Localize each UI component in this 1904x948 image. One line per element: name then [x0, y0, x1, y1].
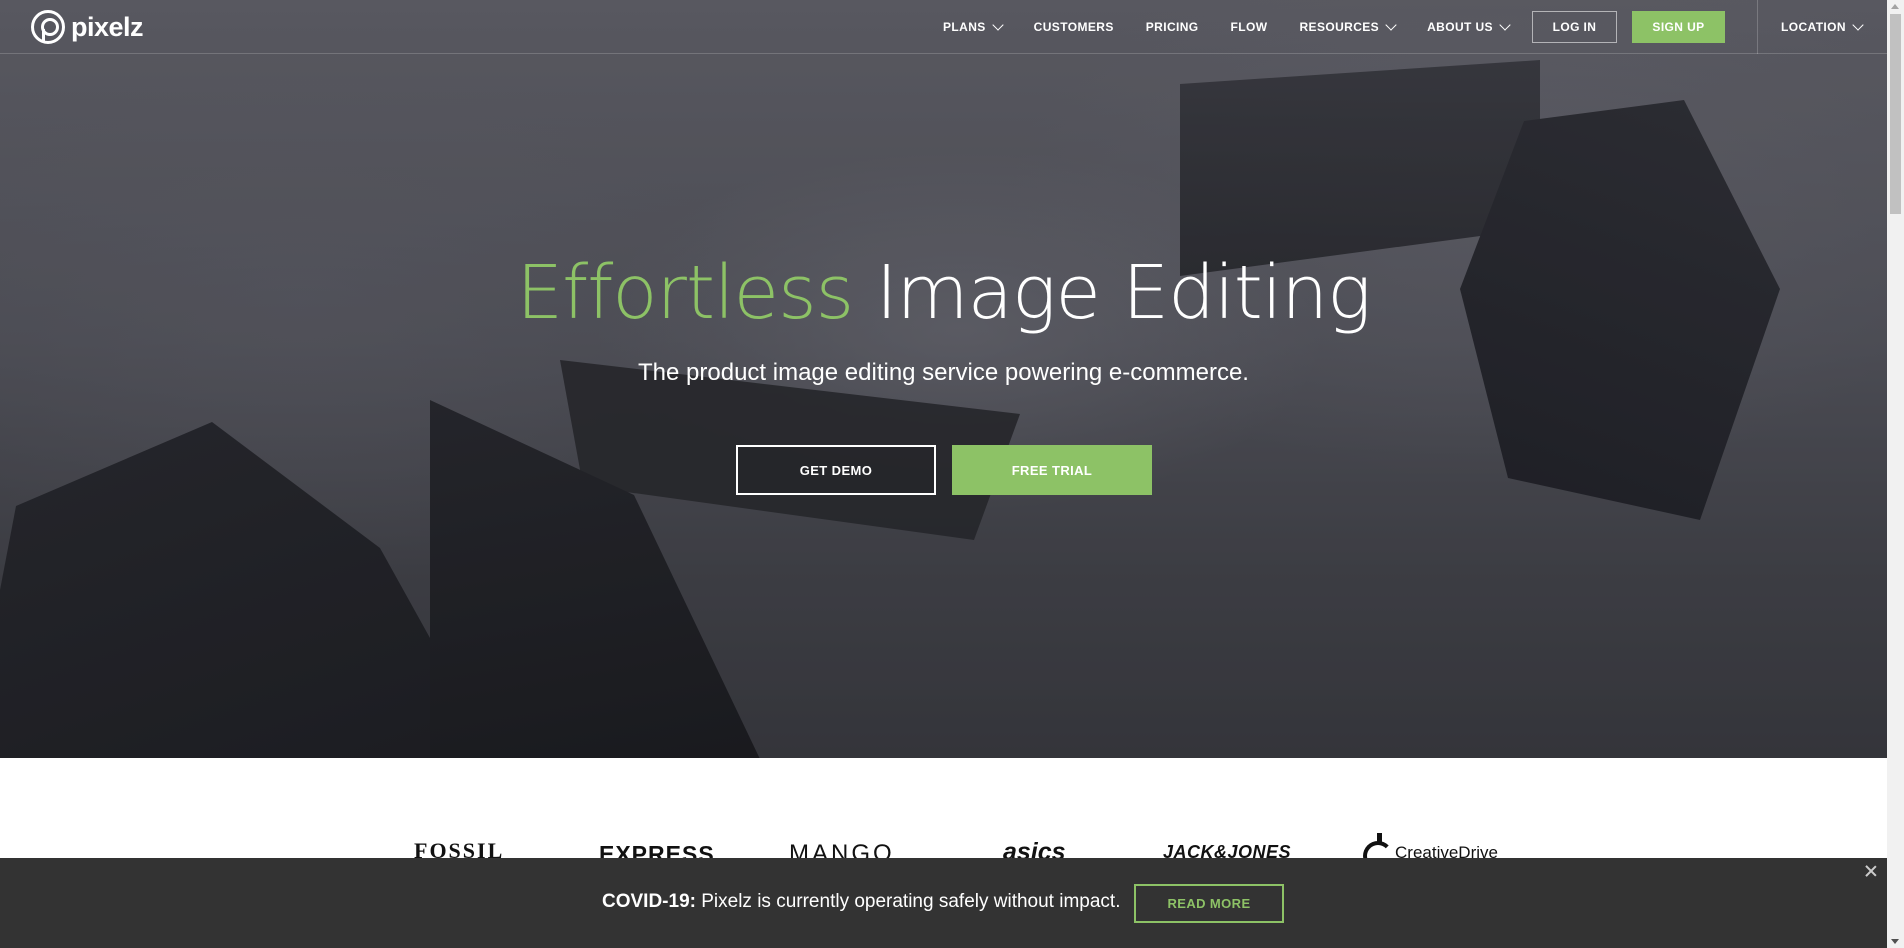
page-scrollbar[interactable]	[1887, 0, 1904, 948]
nav-item-label: RESOURCES	[1299, 20, 1380, 34]
nav-item-customers[interactable]: CUSTOMERS	[1034, 20, 1114, 34]
top-navigation: pixelz PLANS CUSTOMERS PRICING FLOW RESO…	[0, 0, 1887, 54]
hero-title-accent: Effortless	[516, 250, 854, 336]
covid-banner-text: COVID-19: Pixelz is currently operating …	[602, 891, 1120, 913]
hero-title: Effortless Image Editing	[0, 250, 1887, 336]
nav-item-label: PLANS	[943, 20, 986, 34]
nav-item-plans[interactable]: PLANS	[943, 18, 1004, 34]
nav-item-label: PRICING	[1145, 20, 1199, 34]
logo-text: pixelz	[71, 11, 144, 42]
nav-divider	[1757, 0, 1758, 54]
nav-item-label: CUSTOMERS	[1033, 20, 1114, 34]
chevron-down-icon	[1852, 18, 1864, 31]
nav-links: PLANS CUSTOMERS PRICING FLOW RESOURCES A…	[943, 0, 1541, 54]
free-trial-button[interactable]: FREE TRIAL	[952, 445, 1152, 495]
pixelz-logo[interactable]: pixelz	[31, 10, 144, 44]
scroll-up-arrow-icon[interactable]	[1891, 4, 1899, 9]
nav-item-label: ABOUT US	[1427, 20, 1493, 34]
location-dropdown[interactable]: LOCATION	[1781, 0, 1864, 54]
pixelz-logo-icon	[31, 10, 65, 44]
log-in-button[interactable]: LOG IN	[1532, 11, 1617, 43]
scroll-down-arrow-icon[interactable]	[1891, 939, 1899, 944]
nav-item-about-us[interactable]: ABOUT US	[1427, 18, 1511, 34]
nav-item-label: FLOW	[1230, 20, 1268, 34]
covid-banner-message: Pixelz is currently operating safely wit…	[695, 891, 1121, 912]
chevron-down-icon	[1499, 18, 1511, 31]
get-demo-button[interactable]: GET DEMO	[736, 445, 936, 495]
hero-title-rest: Image Editing	[853, 250, 1372, 336]
covid-banner-label: COVID-19:	[602, 891, 696, 912]
close-icon[interactable]	[1864, 864, 1878, 878]
read-more-button[interactable]: READ MORE	[1134, 884, 1284, 923]
chevron-down-icon	[992, 18, 1004, 31]
nav-item-pricing[interactable]: PRICING	[1146, 20, 1199, 34]
nav-item-resources[interactable]: RESOURCES	[1299, 18, 1397, 34]
sign-up-button[interactable]: SIGN UP	[1632, 11, 1725, 43]
hero-subtitle: The product image editing service poweri…	[638, 359, 1249, 386]
nav-item-flow[interactable]: FLOW	[1231, 20, 1268, 34]
chevron-down-icon	[1385, 18, 1397, 31]
location-label: LOCATION	[1781, 20, 1846, 34]
scrollbar-thumb[interactable]	[1890, 14, 1901, 214]
